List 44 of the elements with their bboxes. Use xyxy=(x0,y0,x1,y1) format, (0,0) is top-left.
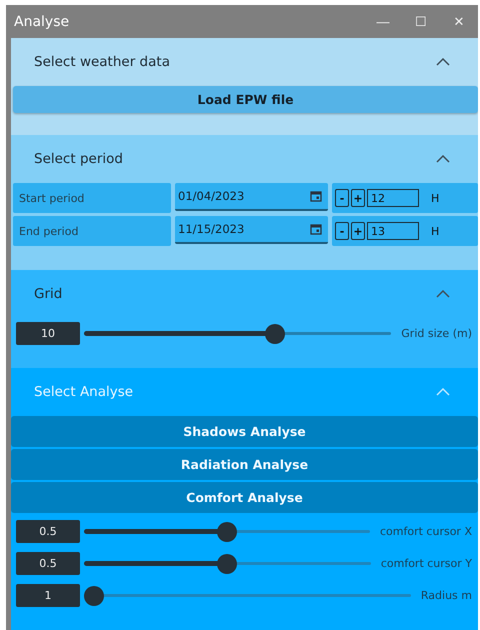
slider-label: comfort cursor Y xyxy=(380,557,473,570)
calendar-icon[interactable] xyxy=(310,190,322,202)
section-title[interactable]: Select weather data xyxy=(34,54,170,70)
period-label: End period xyxy=(13,216,171,246)
decrement-button[interactable]: - xyxy=(335,222,349,240)
maximize-button[interactable]: ☐ xyxy=(402,6,440,36)
slider-thumb[interactable] xyxy=(264,324,285,344)
chevron-up-icon[interactable] xyxy=(436,290,450,298)
slider-label: comfort cursor X xyxy=(380,525,473,538)
analyse-button[interactable]: Comfort Analyse xyxy=(11,482,478,513)
slider[interactable] xyxy=(84,324,392,344)
date-field[interactable]: 11/15/2023 xyxy=(175,216,328,244)
hour-input[interactable]: 13 xyxy=(367,222,419,240)
close-button[interactable]: ✕ xyxy=(440,6,478,36)
chevron-up-icon[interactable] xyxy=(436,155,450,163)
slider[interactable] xyxy=(84,554,371,574)
hour-input[interactable]: 12 xyxy=(367,189,419,207)
value-box: 0.5 xyxy=(16,552,80,575)
calendar-icon[interactable] xyxy=(310,223,322,235)
value-box: 10 xyxy=(16,322,80,345)
slider[interactable] xyxy=(84,522,370,542)
section-title[interactable]: Select period xyxy=(34,151,123,167)
date-field[interactable]: 01/04/2023 xyxy=(175,183,328,211)
slider-label: Grid size (m) xyxy=(401,327,473,340)
analyse-button[interactable]: Shadows Analyse xyxy=(11,416,478,447)
unit-label: H xyxy=(431,224,440,238)
increment-button[interactable]: + xyxy=(351,222,365,240)
slider-thumb[interactable] xyxy=(84,586,104,606)
decrement-button[interactable]: - xyxy=(335,189,349,207)
slider-thumb[interactable] xyxy=(217,554,238,574)
load-file-button[interactable]: Load EPW file xyxy=(13,86,478,113)
value-box: 1 xyxy=(16,584,80,607)
section-title[interactable]: Grid xyxy=(34,286,62,302)
period-label: Start period xyxy=(13,183,171,213)
slider-label: Radius m xyxy=(420,589,473,602)
analyse-button[interactable]: Radiation Analyse xyxy=(11,449,478,480)
unit-label: H xyxy=(431,192,440,204)
value-box: 0.5 xyxy=(16,520,80,543)
window-title: Analyse xyxy=(13,14,70,30)
increment-button[interactable]: + xyxy=(351,189,365,207)
slider[interactable] xyxy=(84,586,411,606)
minimize-button[interactable]: — xyxy=(364,6,402,36)
chevron-up-icon[interactable] xyxy=(436,58,450,66)
slider-thumb[interactable] xyxy=(217,522,237,542)
